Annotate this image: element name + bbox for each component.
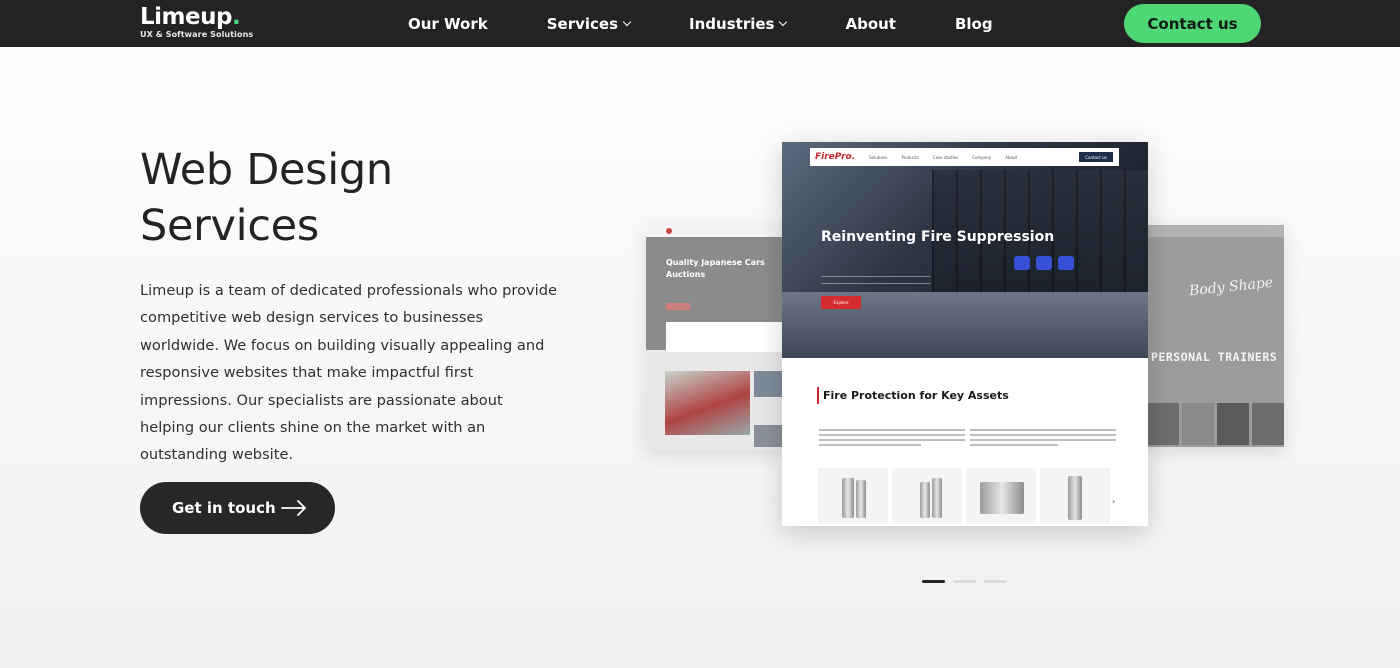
car-image [665,371,750,435]
preview-navbar: FirePro. Solutions Products Case studies… [810,148,1119,166]
preview-paragraph [970,429,1116,449]
product-image [892,468,962,524]
carousel-dot-1[interactable] [922,580,945,583]
preview-products [818,468,1110,524]
portfolio-preview-car-auctions[interactable]: Quality Japanese Cars Auctions [646,225,786,450]
logo-wordmark: Limeup. [140,4,241,30]
product-image [818,468,888,524]
preview-header [646,225,786,237]
trainer-photos [1147,403,1284,445]
logo-tagline: UX & Software Solutions [140,30,254,39]
product-image [1040,468,1110,524]
portfolio-preview-body-shape[interactable]: Body Shape PERSONAL TRAINERS [1143,225,1284,447]
cta-label: Get in touch [172,499,276,517]
preview-search-card [666,322,786,352]
preview-header [1143,225,1284,237]
arrow-right-icon [281,500,306,516]
preview-subtext [821,276,931,284]
preview-section-title: Fire Protection for Key Assets [817,387,1009,404]
carousel-dot-3[interactable] [984,580,1007,583]
nav-item-industries[interactable]: Industries [689,15,788,33]
preview-logo-script: Body Shape [1188,274,1274,300]
logo[interactable]: Limeup. UX & Software Solutions [140,3,253,39]
top-navigation: Limeup. UX & Software Solutions Our Work… [0,0,1400,47]
preview-headline: PERSONAL TRAINERS [1151,350,1278,364]
nav-item-services[interactable]: Services [547,15,632,33]
nav-item-blog[interactable]: Blog [955,15,993,33]
main-menu: Our Work Services Industries About Blog [408,0,1052,47]
carousel-dot-2[interactable] [953,580,976,583]
preview-button [666,303,690,310]
portfolio-preview-firepro[interactable]: FirePro. Solutions Products Case studies… [782,142,1148,526]
contact-us-button[interactable]: Contact us [1124,4,1261,43]
preview-logo: FirePro. [815,152,856,162]
chevron-down-icon [779,17,788,26]
preview-nav-links: Solutions Products Case studies Company … [869,154,1018,160]
chevron-right-icon: › [1112,497,1116,506]
preview-headline: Reinventing Fire Suppression [821,229,1055,245]
preview-title: Quality Japanese Cars Auctions [666,258,765,279]
preview-hero-image [782,142,1148,358]
carousel-pagination [922,580,1007,583]
page-title: Web Design Services [140,145,393,251]
get-in-touch-button[interactable]: Get in touch [140,482,335,534]
chevron-down-icon [622,17,632,26]
preview-contact-button: Contact us [1079,152,1113,162]
nav-item-about[interactable]: About [845,15,896,33]
preview-paragraph [819,429,965,449]
nav-item-our-work[interactable]: Our Work [408,15,488,33]
hero-description: Limeup is a team of dedicated profession… [140,282,557,464]
preview-explore-button: Explore [821,296,861,309]
product-image [966,468,1036,524]
